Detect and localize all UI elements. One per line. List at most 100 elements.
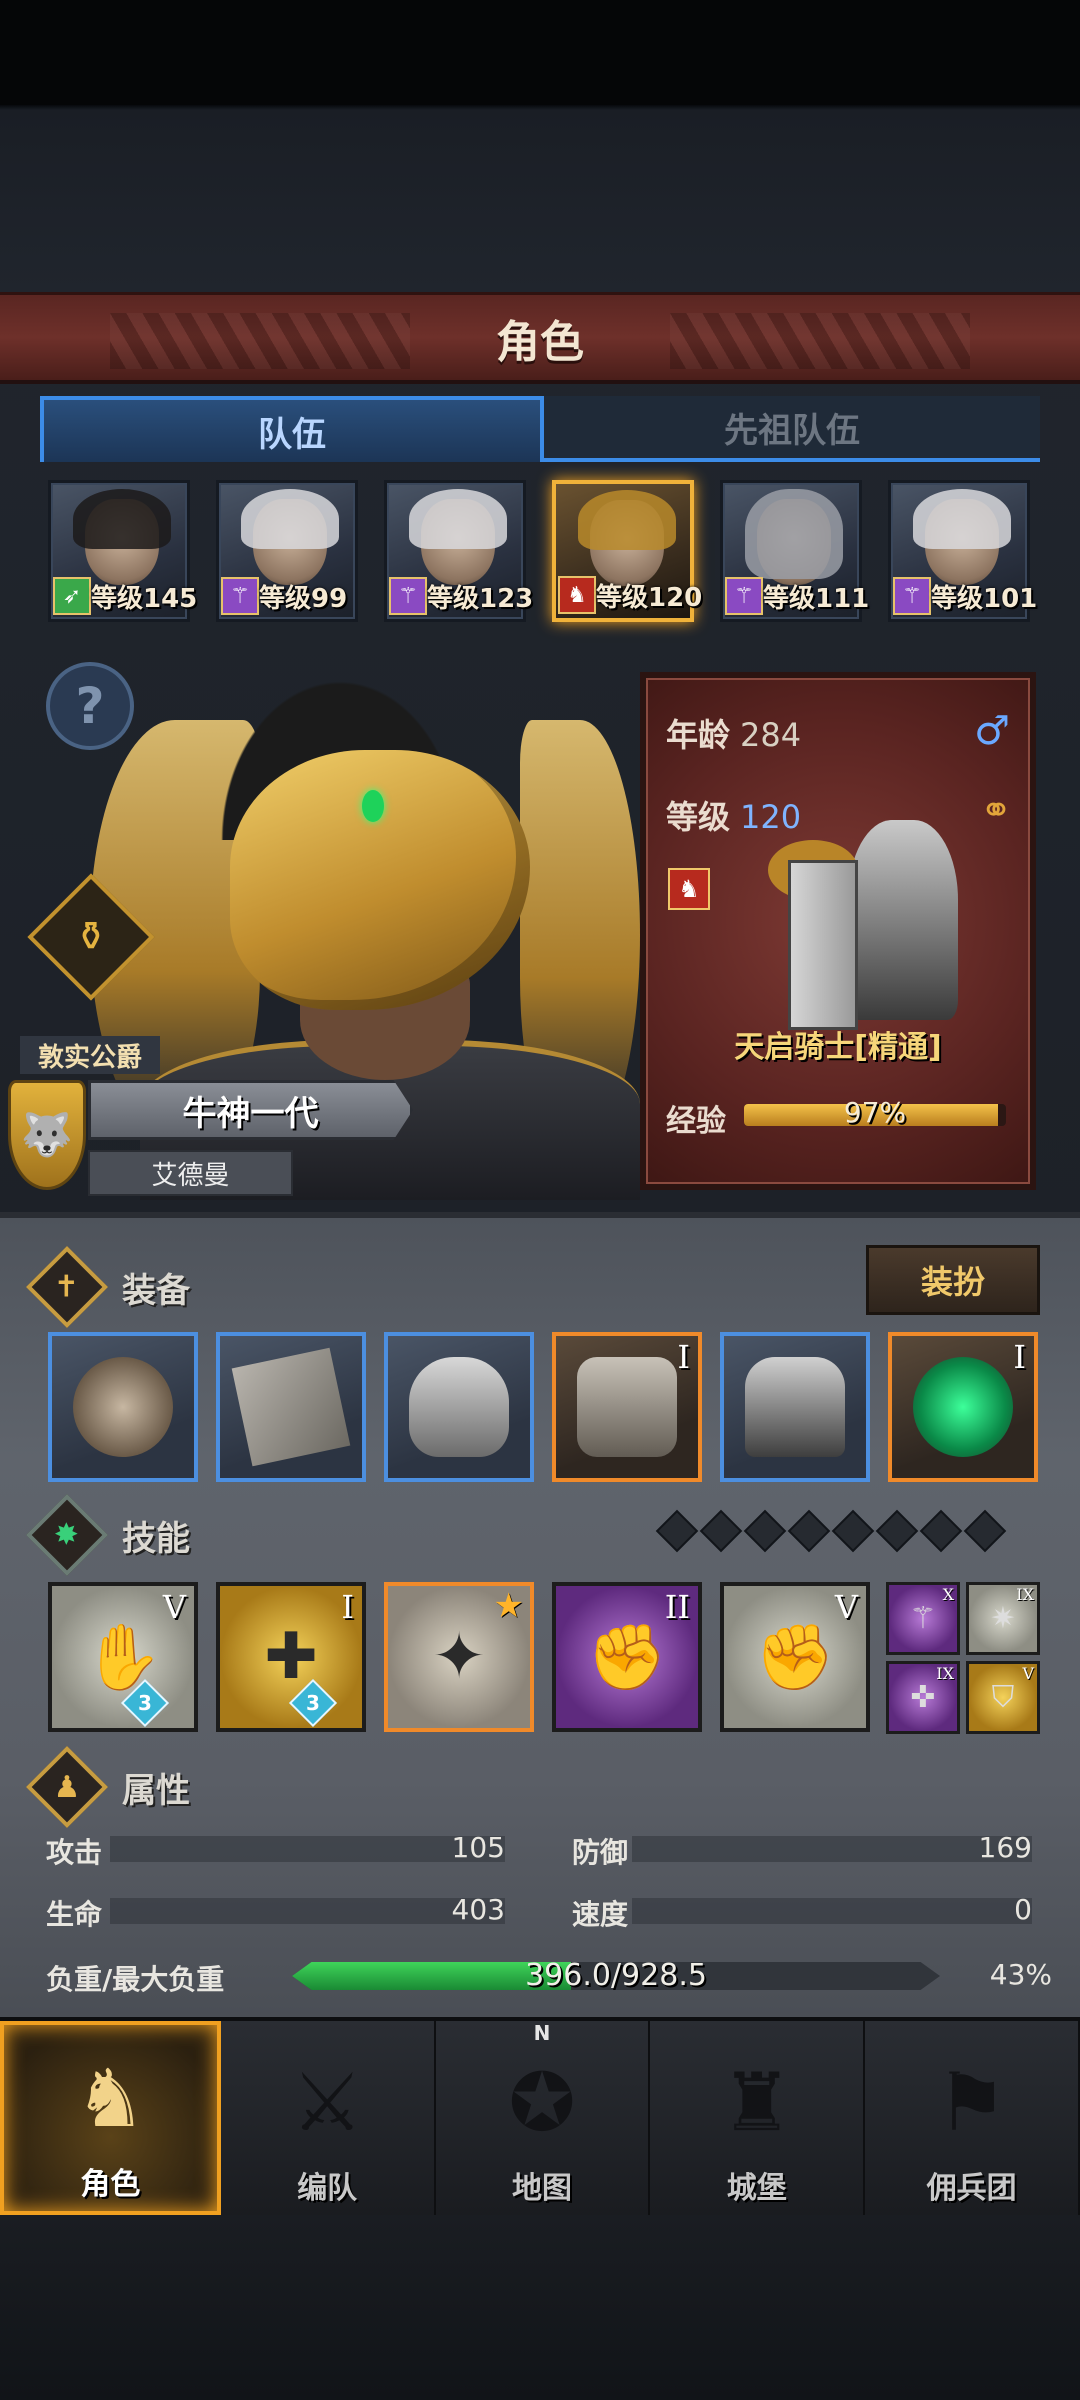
passive-skill-icon: ✷ [990, 1601, 1016, 1636]
hero-origin: 艾德曼 [88, 1150, 293, 1196]
passive-skill-icon: ⚚ [909, 1601, 937, 1636]
tower-shield-art [788, 860, 858, 1030]
portrait-level: 等级123 [427, 584, 534, 614]
equipment-slot-chest[interactable]: I [552, 1332, 702, 1482]
skill-slot[interactable]: ✋ V 3 [48, 1582, 198, 1732]
passive-tier: X [942, 1585, 954, 1604]
equipment-tier: I [677, 1338, 690, 1376]
defense-value: 169 [978, 1831, 1032, 1864]
hp-value: 403 [451, 1893, 505, 1926]
portrait-hair [578, 490, 676, 550]
compass-icon: ✪ [508, 2055, 576, 2149]
portrait-level: 等级145 [91, 584, 198, 614]
load-label: 负重/最大负重 [46, 1963, 225, 1996]
defense-label: 防御 [572, 1836, 629, 1869]
portrait-level: 等级120 [596, 583, 703, 613]
equipment-slot-ring[interactable]: I [888, 1332, 1038, 1482]
portrait-hair [409, 489, 507, 549]
equipment-slots: II [48, 1332, 1038, 1482]
passive-tier: V [1022, 1664, 1034, 1683]
attributes-header: ♟ 属性 [25, 1745, 190, 1829]
nav-label: 角色 [80, 2167, 141, 2202]
passive-skill[interactable]: ✷ IX [966, 1582, 1040, 1655]
equipment-slot-skull[interactable] [48, 1332, 198, 1482]
page-title: 角色 [496, 316, 584, 368]
skill-slot[interactable]: ✊ V [720, 1582, 870, 1732]
nav-castle[interactable]: ♜ 城堡 [650, 2021, 866, 2215]
attack-label: 攻击 [46, 1836, 103, 1869]
roster-portrait[interactable]: ➶ 等级145 [48, 480, 197, 622]
age-row: 年龄 284 [666, 710, 801, 756]
screen: 角色 队伍 先祖队伍 ➶ 等级145 ⚚ 等级99 ⚚ 等级123 ♞ 等级120 ⚚ 等级111… [0, 0, 1080, 2400]
title-bar: 角色 [0, 292, 1080, 384]
staff-icon: ⚚ [725, 577, 763, 615]
passive-skill[interactable]: ⛉ V [966, 1661, 1040, 1734]
nav-compass[interactable]: N ✪ 地图 [436, 2021, 651, 2215]
roster-portrait[interactable]: ⚚ 等级99 [216, 480, 358, 622]
male-icon: ♂ [974, 708, 1010, 754]
class-artwork [738, 800, 978, 1040]
nav-knight[interactable]: ♞ 角色 [0, 2021, 221, 2215]
skill-icon: ✊ [587, 1620, 667, 1695]
portrait-hair [913, 489, 1011, 549]
passive-tier: IX [1016, 1585, 1034, 1604]
ring-icon [913, 1357, 1013, 1457]
roster-portrait[interactable]: ⚚ 等级101 [888, 480, 1037, 622]
skill-count: 3 [306, 1690, 320, 1715]
nav-banner[interactable]: ⚑ 佣兵团 [865, 2021, 1080, 2215]
compass-north-label: N [533, 2021, 551, 2045]
roster-portrait[interactable]: ♞ 等级120 [552, 480, 702, 622]
skill-icon: ✊ [755, 1620, 835, 1695]
cross-icon: ✝ [25, 1245, 109, 1329]
staff-icon: ⚚ [893, 577, 931, 615]
load-percent: 43% [989, 1958, 1052, 1991]
ring-icon[interactable]: ⚭ [980, 788, 1012, 832]
skill-slot-dot [831, 1509, 875, 1553]
passive-skill[interactable]: ⚚ X [886, 1582, 960, 1655]
star-icon: ★ [493, 1586, 524, 1626]
equipment-slot-boots[interactable] [720, 1332, 870, 1482]
hero-name-plate[interactable]: 牛神一代 [88, 1080, 413, 1140]
roster-portrait[interactable]: ⚚ 等级111 [720, 480, 869, 622]
passive-skill-icon: ✜ [910, 1680, 936, 1715]
plate-icon [231, 1347, 351, 1467]
attack-value: 105 [451, 1831, 505, 1864]
knight-icon: ♞ [74, 2051, 147, 2145]
skill-slot[interactable]: ✊ II [552, 1582, 702, 1732]
banner-icon: ⚑ [935, 2055, 1008, 2149]
roster-portrait[interactable]: ⚚ 等级123 [384, 480, 533, 622]
equipment-label: 装备 [122, 1270, 190, 1311]
status-area [0, 0, 1080, 105]
tab-ancestor-team[interactable]: 先祖队伍 [544, 396, 1040, 462]
equipment-tier: I [1013, 1338, 1026, 1376]
potion-icon: ⚱ [74, 913, 108, 960]
speed-value: 0 [1014, 1893, 1032, 1926]
portrait-hair [241, 489, 339, 549]
nav-label: 佣兵团 [926, 2171, 1017, 2206]
portrait-hair [73, 489, 171, 549]
portrait-level: 等级111 [763, 584, 870, 614]
hero-info-panel: 年龄 284 ♂ 等级 120 ⚭ ♞ 天启骑士[精通] 经验 97% [640, 672, 1036, 1190]
dress-up-button[interactable]: 装扮 [866, 1245, 1040, 1315]
crossbow-icon: ➶ [53, 577, 91, 615]
skill-slot[interactable]: ✦ ★ [384, 1582, 534, 1732]
class-name: 天启骑士[精通] [734, 1030, 942, 1065]
nav-formation[interactable]: ⚔ 编队 [221, 2021, 436, 2215]
staff-icon: ⚚ [221, 577, 259, 615]
tab-team[interactable]: 队伍 [40, 396, 544, 462]
nav-label: 编队 [297, 2171, 358, 2206]
passive-skill[interactable]: ✜ IX [886, 1661, 960, 1734]
passive-skills: ⚚ X ✷ IX ✜ IX ⛉ V [886, 1582, 1040, 1734]
skill-slot-dot [743, 1509, 787, 1553]
age-value: 284 [740, 716, 802, 754]
skill-slot[interactable]: ✚ I 3 [216, 1582, 366, 1732]
equipment-slot-plate[interactable] [216, 1332, 366, 1482]
equipment-header: ✝ 装备 [25, 1245, 190, 1329]
skill-icon: ✋ [83, 1620, 163, 1695]
skill-tier: V [834, 1588, 858, 1626]
figure-icon: ♟ [25, 1745, 109, 1829]
hero-title: 敦实公爵 [20, 1036, 160, 1074]
skill-tier: V [162, 1588, 186, 1626]
wolf-crest-icon: 🐺 [8, 1080, 86, 1190]
equipment-slot-helm[interactable] [384, 1332, 534, 1482]
